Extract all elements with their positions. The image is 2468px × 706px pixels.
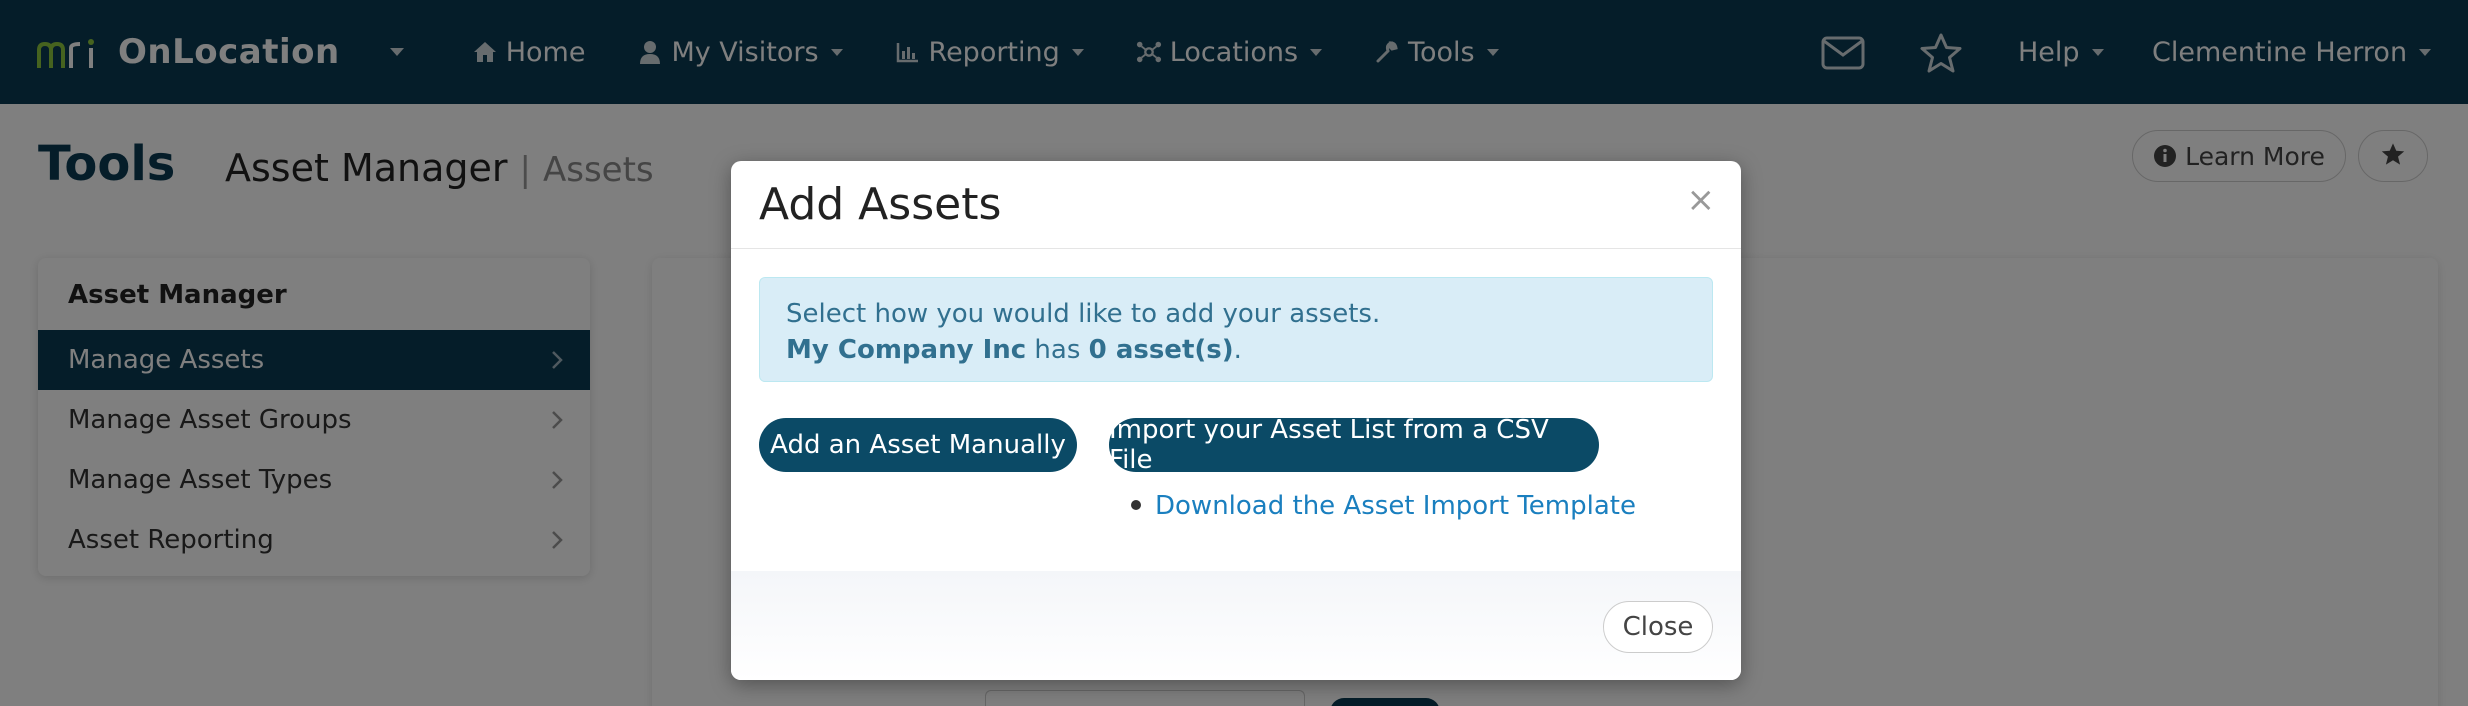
close-icon[interactable]: × bbox=[1687, 183, 1716, 217]
modal-title: Add Assets bbox=[759, 179, 1002, 230]
company-name: My Company Inc bbox=[786, 335, 1027, 365]
add-assets-modal: Add Assets × Select how you would like t… bbox=[731, 161, 1741, 680]
add-asset-manually-button[interactable]: Add an Asset Manually bbox=[759, 418, 1077, 472]
modal-header: Add Assets × bbox=[731, 161, 1741, 249]
modal-footer: Close bbox=[731, 571, 1741, 680]
close-button[interactable]: Close bbox=[1603, 601, 1713, 653]
alert-asset-summary: My Company Inc has 0 asset(s). bbox=[786, 332, 1686, 368]
alert-instruction: Select how you would like to add your as… bbox=[786, 299, 1381, 329]
list-bullet bbox=[1131, 500, 1141, 510]
has-text: has bbox=[1026, 335, 1089, 365]
asset-count: 0 asset(s) bbox=[1088, 335, 1234, 365]
period-text: . bbox=[1233, 335, 1242, 365]
info-alert: Select how you would like to add your as… bbox=[759, 277, 1713, 382]
download-template-link[interactable]: Download the Asset Import Template bbox=[1155, 491, 1636, 521]
import-csv-button[interactable]: Import your Asset List from a CSV File bbox=[1109, 415, 1599, 475]
